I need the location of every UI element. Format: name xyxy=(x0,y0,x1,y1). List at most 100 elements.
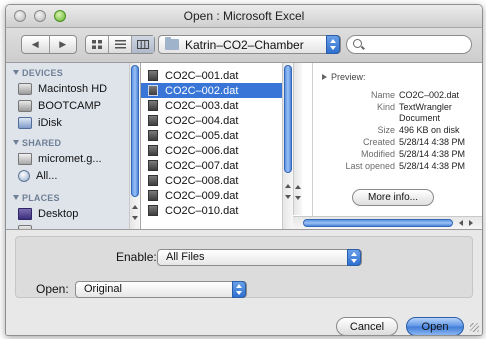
icon-view-icon xyxy=(92,40,102,49)
title-bar[interactable]: Open : Microsoft Excel xyxy=(6,5,482,28)
sidebar-item-all[interactable]: All... xyxy=(18,168,57,184)
current-folder-label: Katrin–CO2–Chamber xyxy=(185,38,304,52)
meta-last-opened-value: 5/28/14 4:38 PM xyxy=(399,161,466,171)
horizontal-scrollbar[interactable] xyxy=(293,216,482,229)
forward-button[interactable]: ▶ xyxy=(48,36,77,53)
enable-popup[interactable]: All Files xyxy=(157,249,362,266)
home-folder-icon xyxy=(18,225,32,229)
enable-label: Enable: xyxy=(116,250,157,264)
back-arrow-icon: ◀ xyxy=(31,39,39,49)
network-server-icon xyxy=(18,153,32,165)
disclosure-triangle-icon xyxy=(322,74,327,80)
more-info-button[interactable]: More info... xyxy=(352,189,434,206)
scroll-right-arrow-icon[interactable] xyxy=(469,220,473,226)
meta-name-value: CO2C–002.dat xyxy=(399,90,460,100)
sidebar-scroll-thumb[interactable] xyxy=(131,65,139,197)
hard-drive-icon xyxy=(18,83,32,95)
sidebar-item-bootcamp[interactable]: BOOTCAMP xyxy=(18,98,101,114)
file-row[interactable]: CO2C–005.dat xyxy=(141,128,292,143)
sidebar-item-micromet[interactable]: micromet.g... xyxy=(18,151,102,167)
file-row[interactable]: CO2C–006.dat xyxy=(141,143,292,158)
meta-created-value: 5/28/14 4:38 PM xyxy=(399,137,466,147)
file-row[interactable]: CO2C–008.dat xyxy=(141,173,292,188)
meta-last-opened-key: Last opened xyxy=(345,161,395,171)
popup-arrows-icon xyxy=(232,281,246,298)
horizontal-scroll-thumb[interactable] xyxy=(303,219,453,227)
icon-view-button[interactable] xyxy=(86,36,108,53)
column-divider-scrollbar[interactable] xyxy=(293,63,302,215)
document-icon xyxy=(148,190,158,201)
forward-arrow-icon: ▶ xyxy=(59,39,67,49)
sidebar-item-desktop[interactable]: Desktop xyxy=(18,206,78,222)
scroll-left-arrow-icon[interactable] xyxy=(459,220,463,226)
meta-size-key: Size xyxy=(377,125,395,135)
document-icon xyxy=(148,85,158,96)
idisk-icon xyxy=(18,117,32,129)
open-mode-label: Open: xyxy=(36,282,69,296)
file-list-scroll-thumb[interactable] xyxy=(284,65,292,173)
sidebar-section-places[interactable]: PLACES xyxy=(13,193,60,203)
view-mode-segment xyxy=(85,35,155,54)
back-button[interactable]: ◀ xyxy=(22,36,49,53)
sidebar-item-idisk[interactable]: iDisk xyxy=(18,115,62,131)
file-row[interactable]: CO2C–003.dat xyxy=(141,98,292,113)
open-mode-popup[interactable]: Original xyxy=(75,281,247,298)
network-globe-icon xyxy=(18,170,30,182)
open-button[interactable]: Open xyxy=(406,317,464,335)
open-dialog-window: Open : Microsoft Excel ◀ ▶ Katrin–CO2–Ch… xyxy=(5,4,483,336)
preview-label[interactable]: Preview: xyxy=(322,72,366,82)
sidebar-section-shared[interactable]: SHARED xyxy=(13,138,61,148)
document-icon xyxy=(148,115,158,126)
list-view-button[interactable] xyxy=(108,36,131,53)
document-icon xyxy=(148,130,158,141)
open-mode-popup-value: Original xyxy=(84,283,122,295)
sidebar-item-macintosh-hd[interactable]: Macintosh HD xyxy=(18,81,107,97)
scroll-up-arrow-icon[interactable] xyxy=(285,184,291,188)
search-icon xyxy=(353,39,362,48)
scroll-up-arrow-icon[interactable] xyxy=(132,205,138,209)
file-row[interactable]: CO2C–007.dat xyxy=(141,158,292,173)
document-icon xyxy=(148,145,158,156)
file-row[interactable]: CO2C–010.dat xyxy=(141,203,292,218)
hard-drive-icon xyxy=(18,100,32,112)
file-browser: DEVICES Macintosh HD BOOTCAMP iDisk SHAR… xyxy=(6,63,482,230)
popup-arrows-icon xyxy=(326,35,340,54)
meta-modified-value: 5/28/14 4:38 PM xyxy=(399,149,466,159)
document-icon xyxy=(148,70,158,81)
file-row-selected[interactable]: CO2C–002.dat xyxy=(141,83,292,98)
sidebar-scrollbar[interactable] xyxy=(129,63,140,229)
cancel-button[interactable]: Cancel xyxy=(336,317,398,335)
dialog-footer: Enable: All Files Open: Original Cancel … xyxy=(6,230,482,335)
document-icon xyxy=(148,160,158,171)
scroll-up-arrow-icon[interactable] xyxy=(295,185,301,189)
resize-grip-icon[interactable] xyxy=(470,323,479,332)
file-row[interactable]: CO2C–004.dat xyxy=(141,113,292,128)
navigation-segment: ◀ ▶ xyxy=(21,35,77,54)
meta-name-key: Name xyxy=(370,90,395,100)
scroll-down-arrow-icon[interactable] xyxy=(295,196,301,200)
document-icon xyxy=(148,205,158,216)
disclosure-triangle-icon xyxy=(13,195,19,200)
file-row[interactable]: CO2C–009.dat xyxy=(141,188,292,203)
disclosure-triangle-icon xyxy=(13,140,19,145)
document-icon xyxy=(148,100,158,111)
folder-icon xyxy=(165,37,179,50)
sidebar-section-devices[interactable]: DEVICES xyxy=(13,68,63,78)
meta-kind-key: Kind xyxy=(376,102,395,112)
column-view-button[interactable] xyxy=(131,36,154,53)
preview-pane: Preview: Name CO2C–002.dat Kind TextWran… xyxy=(312,63,482,229)
document-icon xyxy=(148,175,158,186)
search-field[interactable] xyxy=(346,35,472,54)
meta-modified-key: Modified xyxy=(360,149,395,159)
meta-kind-value: TextWrangler xyxy=(399,102,452,112)
file-list-scrollbar[interactable] xyxy=(282,63,293,229)
sidebar-item-home[interactable] xyxy=(18,223,38,229)
scroll-down-arrow-icon[interactable] xyxy=(132,216,138,220)
file-row[interactable]: CO2C–001.dat xyxy=(141,68,292,83)
enable-popup-value: All Files xyxy=(166,251,205,263)
column-view-icon xyxy=(137,40,149,49)
path-popup[interactable]: Katrin–CO2–Chamber xyxy=(158,35,341,54)
scroll-down-arrow-icon[interactable] xyxy=(285,195,291,199)
disclosure-triangle-icon xyxy=(13,70,19,75)
popup-arrows-icon xyxy=(347,249,361,266)
